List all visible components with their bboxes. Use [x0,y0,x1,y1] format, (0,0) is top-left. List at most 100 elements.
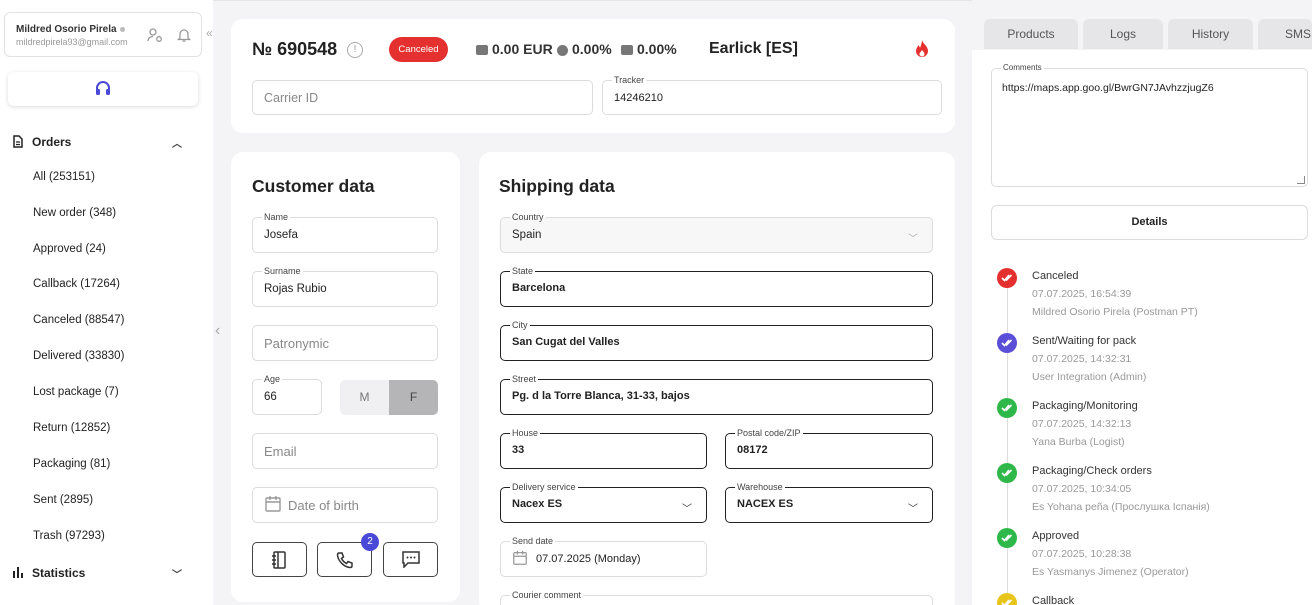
tracker-input[interactable]: Tracker 14246210 [602,75,942,115]
nav-item-return[interactable]: Return (12852) [33,422,110,434]
customer-title: Customer data [252,176,375,196]
user-name: Mildred Osorio Pirela [16,24,125,35]
timeline-user: Es Yasmanys Jimenez (Operator) [1032,566,1189,578]
country-value: Spain [512,229,542,241]
collapse-sidebar-icon[interactable]: « [206,26,213,40]
surname-field[interactable]: Surname Rojas Rubio [252,266,438,307]
country-select[interactable]: Country Spain ﹀ [500,212,933,253]
date-of-birth-input[interactable]: Date of birth [252,487,438,523]
user-card[interactable]: Mildred Osorio Pirela mildredpirela93@gm… [4,12,202,57]
age-field[interactable]: Age 66 [252,374,322,415]
gender-f-option[interactable]: F [389,380,438,415]
message-button[interactable] [383,542,438,577]
double-check-icon [997,268,1017,288]
timeline-time: 07.07.2025, 14:32:13 [1032,418,1132,430]
carrier-id-input[interactable]: Carrier ID [252,80,593,115]
nav-statistics-label: Statistics [32,566,86,580]
nav-item-canceled[interactable]: Canceled (88547) [33,314,124,326]
timeline-user: Es Yohana peña (Прослушка Іспанія) [1032,501,1210,513]
patronymic-placeholder: Patronymic [264,336,330,351]
tab-products[interactable]: Products [984,19,1078,49]
nav-statistics[interactable]: Statistics ﹀ [12,566,182,581]
support-button[interactable] [8,72,198,106]
shipping-card: Shipping data Country Spain ﹀ State Barc… [479,152,955,605]
shipping-title: Shipping data [499,176,615,196]
house-value: 33 [512,444,525,456]
double-check-icon [997,528,1017,548]
nav-item-all[interactable]: All (253151) [33,171,95,183]
delivery-service-value: Nacex ES [512,498,563,510]
chevron-up-icon: ︿ [172,139,182,150]
street-label: Street [510,374,539,384]
timeline-user: Yana Burba (Logist) [1032,436,1125,448]
gender-toggle[interactable]: M F [340,380,438,415]
order-amount-value: 0.00 EUR [492,41,553,57]
patronymic-input[interactable]: Patronymic [252,325,438,361]
courier-comment-field[interactable]: Courier comment [500,590,933,605]
nav-item-lost-package[interactable]: Lost package (7) [33,386,119,398]
nav-item-callback[interactable]: Callback (17264) [33,278,120,290]
comments-label: Comments [1001,63,1044,72]
timeline-status: Packaging/Monitoring [1032,400,1138,412]
tab-sms[interactable]: SMS [1258,19,1312,49]
notebook-button[interactable] [252,542,307,577]
send-date-field[interactable]: Send date 07.07.2025 (Monday) [500,536,707,577]
tab-logs[interactable]: Logs [1083,19,1163,49]
nav-item-delivered[interactable]: Delivered (33830) [33,350,124,362]
age-value: 66 [264,391,277,403]
call-button[interactable]: 2 [317,533,379,577]
timeline-time: 07.07.2025, 10:34:05 [1032,483,1132,495]
surname-value: Rojas Rubio [264,283,327,295]
nav-item-approved[interactable]: Approved (24) [33,243,106,255]
timeline-status: Canceled [1032,270,1079,282]
resize-handle[interactable] [1297,176,1305,184]
timeline-status: Approved [1032,530,1080,542]
comments-textarea[interactable]: Comments https://maps.app.goo.gl/BwrGN7J… [991,63,1308,187]
house-field[interactable]: House 33 [500,428,707,469]
headset-icon [96,81,110,95]
city-value: San Cugat del Valles [512,336,620,348]
details-button[interactable]: Details [991,205,1308,240]
nav-item-packaging[interactable]: Packaging (81) [33,458,110,470]
street-field[interactable]: Street Pg. d la Torre Blanca, 31-33, baj… [500,374,933,415]
user-settings-icon[interactable] [147,27,163,43]
warehouse-value: NACEX ES [737,498,794,510]
tab-history[interactable]: History [1168,19,1253,49]
state-label: State [510,266,536,276]
warehouse-label: Warehouse [735,482,785,492]
city-field[interactable]: City San Cugat del Valles [500,320,933,361]
calendar-icon [265,496,281,512]
state-field[interactable]: State Barcelona [500,266,933,307]
timeline-status: Callback [1032,595,1075,605]
country-label: Country [510,212,546,222]
nav-item-trash[interactable]: Trash (97293) [33,530,105,542]
delivery-service-select[interactable]: Delivery service Nacex ES ﹀ [500,482,707,523]
nav-item-new-order[interactable]: New order (348) [33,207,116,219]
nav-orders[interactable]: Orders ︿ [12,135,182,151]
warehouse-select[interactable]: Warehouse NACEX ES ﹀ [725,482,933,523]
nav-item-sent[interactable]: Sent (2895) [33,494,93,506]
email-input[interactable]: Email [252,433,438,469]
order-percent-b: 0.00% [621,41,677,57]
info-icon[interactable]: ! [347,42,363,58]
gender-m-option[interactable]: M [340,380,389,415]
user-email: mildredpirela93@gmail.com [16,37,128,47]
tracker-label: Tracker [612,75,647,85]
name-field[interactable]: Name Josefa [252,212,438,253]
status-badge[interactable]: Canceled [389,37,448,62]
chevron-down-icon: ﹀ [172,570,182,581]
notebook-icon [272,551,286,569]
order-amount: 0.00 EUR [476,41,553,57]
state-value: Barcelona [512,282,566,294]
tracker-value: 14246210 [614,92,663,104]
order-header-card: № 690548 ! Canceled 0.00 EUR 0.00% 0.00%… [231,19,955,133]
bell-icon[interactable] [176,27,192,43]
chevron-left-icon[interactable]: ‹ [215,322,220,340]
postal-code-value: 08172 [737,444,768,456]
delivery-service-label: Delivery service [510,482,578,492]
surname-label: Surname [262,266,303,276]
postal-code-field[interactable]: Postal code/ZIP 08172 [725,428,933,469]
calendar-icon [513,550,527,565]
postal-code-label: Postal code/ZIP [735,428,803,438]
order-number: № 690548 [252,39,338,59]
